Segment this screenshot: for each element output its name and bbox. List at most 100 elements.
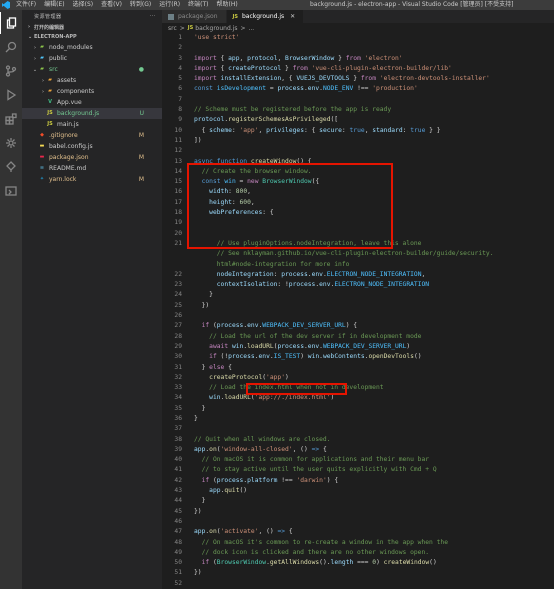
menu-item[interactable]: 编辑(E) — [40, 0, 68, 10]
code-token: loadURL — [247, 342, 274, 350]
code-line: 41 // to stay active until the user quit… — [162, 465, 554, 475]
tree-item[interactable]: › ▰ assets — [22, 75, 162, 86]
explorer-icon[interactable] — [0, 12, 22, 34]
tree-item[interactable]: ▬ package.json M — [22, 152, 162, 163]
breadcrumb-folder[interactable]: src — [168, 25, 177, 32]
code-token: : ! — [277, 281, 289, 289]
tree-item-label: README.md — [49, 165, 87, 172]
run-debug-icon[interactable] — [0, 84, 22, 106]
tree-item[interactable]: ◆ .gitignore M — [22, 130, 162, 141]
tree-item-label: package.json — [49, 154, 89, 161]
menu-item[interactable]: 选择(S) — [69, 0, 98, 10]
code-token: () — [413, 353, 422, 361]
code-token: 'darwin' — [296, 476, 327, 484]
code-token: getAllWindows — [269, 559, 320, 567]
code-token: process — [281, 270, 308, 278]
tree-item-label: src — [49, 66, 58, 73]
code-token: }) — [194, 301, 210, 309]
code-editor[interactable]: 1'use strict' 2 3 import { app, protocol, B… — [162, 33, 554, 589]
menu-item[interactable]: 文件(F) — [12, 0, 40, 10]
code-token: env — [319, 281, 331, 289]
code-token: 'vue-cli-plugin-electron-builder/lib' — [311, 64, 452, 72]
code-token: nodeIntegration — [216, 270, 274, 278]
code-text: app.on('activate', () => { — [194, 527, 293, 537]
code-text: // dock icon is clicked and there are no… — [194, 548, 429, 558]
file-type-icon: ◆ — [40, 132, 44, 138]
settings-sync-icon[interactable] — [0, 132, 22, 154]
tree-item[interactable]: V App.vue — [22, 97, 162, 108]
tree-item[interactable]: ≡ README.md — [22, 163, 162, 174]
code-token: // Scheme must be registered before the … — [194, 106, 392, 114]
line-number: 42 — [174, 476, 182, 484]
source-control-icon[interactable] — [0, 60, 22, 82]
code-token: process — [277, 85, 304, 93]
tab-package-json[interactable]: package.json — [162, 10, 227, 23]
code-line: 36} — [162, 414, 554, 424]
code-token: , { — [281, 75, 297, 83]
code-token: privileges — [266, 126, 304, 134]
tree-item[interactable]: ✦ yarn.lock M — [22, 174, 162, 185]
extensions-icon[interactable] — [0, 108, 22, 130]
code-line: 23 contextIsolation: !process.env.ELECTR… — [162, 280, 554, 290]
code-text: { scheme: 'app', privileges: { secure: t… — [194, 126, 441, 136]
tree-item-label: components — [57, 88, 95, 95]
tree-item[interactable]: ▬ babel.config.js — [22, 141, 162, 152]
code-text: await win.loadURL(process.env.WEBPACK_DE… — [194, 342, 410, 352]
line-number: 37 — [174, 425, 182, 433]
line-number: 30 — [174, 353, 182, 361]
code-line: 35 } — [162, 404, 554, 414]
menu-item[interactable]: 帮助(H) — [212, 0, 241, 10]
code-token: 'use strict' — [194, 34, 240, 41]
code-token: 'electron' — [364, 54, 403, 62]
code-token: , — [258, 126, 267, 134]
menu-item[interactable]: 转到(G) — [126, 0, 155, 10]
tree-item-label: assets — [57, 77, 77, 84]
project-section[interactable]: ⌄ ELECTRON-APP — [22, 32, 162, 42]
breadcrumb-file[interactable]: background.js — [195, 25, 237, 32]
close-icon[interactable]: ✕ — [290, 13, 295, 20]
tree-item[interactable]: JS background.js U — [22, 108, 162, 119]
code-token: process — [216, 476, 244, 484]
code-line: 31 } else { — [162, 363, 554, 373]
line-number: 51 — [174, 569, 182, 577]
code-token: ]) — [194, 136, 202, 144]
tree-item[interactable]: JS main.js — [22, 119, 162, 130]
code-token: : — [231, 126, 240, 134]
code-text: createProtocol('app') — [194, 373, 289, 383]
remote-icon[interactable] — [0, 156, 22, 178]
code-token: process — [288, 281, 316, 289]
menu-bar: 文件(F) 编辑(E) 选择(S) 查看(V) 转到(G) 运行(R) 终端(T) 帮助(H) — [12, 0, 242, 10]
code-line: 30 if (!process.env.IS_TEST) win.webCont… — [162, 352, 554, 362]
tree-item[interactable]: › ▰ public — [22, 53, 162, 64]
code-text: // Load the url of the dev server if in … — [194, 332, 421, 342]
code-token: 'window-all-closed' — [220, 445, 293, 453]
code-token: ) — [330, 394, 335, 402]
code-text: app.on('window-all-closed', () => { — [194, 445, 327, 455]
line-number: 45 — [174, 507, 182, 515]
menu-item[interactable]: 运行(R) — [155, 0, 184, 10]
menu-item[interactable]: 终端(T) — [184, 0, 212, 10]
breadcrumb-symbol[interactable]: ... — [248, 25, 254, 32]
git-status-badge: M — [138, 176, 144, 183]
code-token: contextIsolation — [216, 281, 278, 289]
menu-item[interactable]: 查看(V) — [97, 0, 126, 10]
search-icon[interactable] — [0, 36, 22, 58]
code-token: } — [194, 497, 206, 505]
remote-explorer-icon[interactable] — [0, 180, 22, 202]
tree-item[interactable]: › ▰ components — [22, 86, 162, 97]
line-number: 10 — [174, 126, 182, 134]
line-number: 34 — [174, 394, 182, 402]
code-token: 'electron-devtools-installer' — [379, 75, 490, 83]
more-actions-icon[interactable]: ··· — [150, 13, 156, 19]
tab-background-js[interactable]: JS background.js ✕ — [226, 10, 305, 23]
tree-item[interactable]: ⌄ ▰ src ● — [22, 64, 162, 75]
code-token: // Load the url of the dev server if in … — [194, 332, 422, 340]
file-type-icon: ▰ — [40, 44, 44, 50]
line-number: 3 — [178, 54, 182, 62]
code-text: if (!process.env.IS_TEST) win.webContent… — [194, 352, 422, 362]
code-token: true — [410, 126, 426, 134]
file-type-icon: JS — [47, 110, 53, 116]
tree-item[interactable]: › ▰ node_modules — [22, 42, 162, 53]
open-editors-section[interactable]: › 打开的编辑器 — [22, 22, 162, 32]
